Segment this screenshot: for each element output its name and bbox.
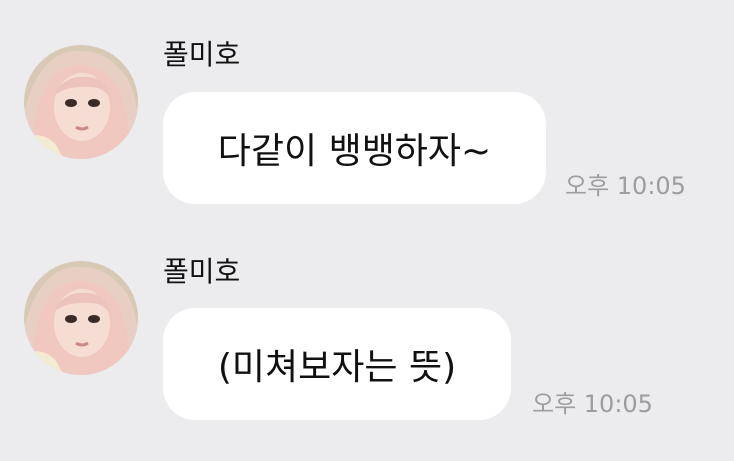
avatar[interactable]	[24, 45, 138, 159]
sender-name: 폴미호	[163, 255, 241, 288]
sender-name: 폴미호	[163, 38, 241, 71]
avatar[interactable]	[24, 261, 138, 375]
message-bubble[interactable]: (미쳐보자는 뜻)	[163, 308, 511, 420]
timestamp: 오후 10:05	[532, 390, 653, 418]
timestamp: 오후 10:05	[565, 172, 686, 200]
profile-photo	[24, 261, 138, 375]
profile-photo	[24, 45, 138, 159]
message-bubble[interactable]: 다같이 뱅뱅하자~	[163, 92, 546, 204]
